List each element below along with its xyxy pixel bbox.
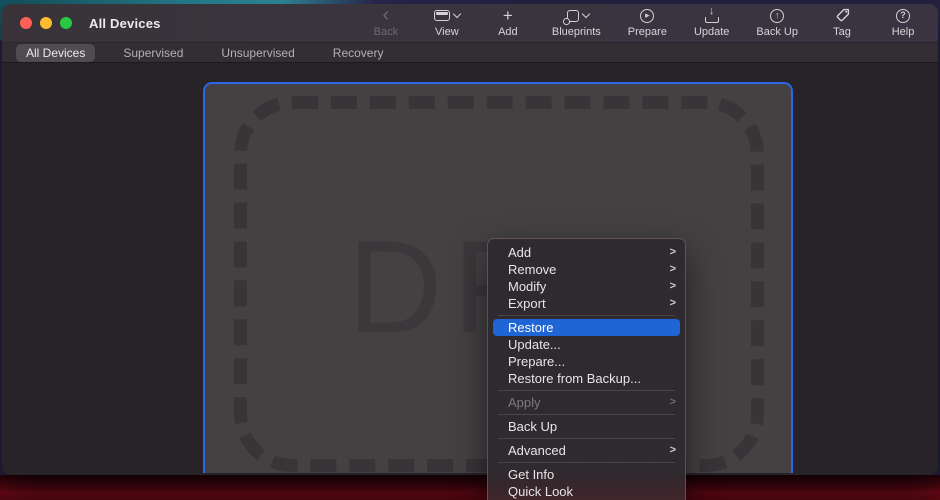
menu-item-label: Restore <box>508 319 554 336</box>
tab-bar: All Devices Supervised Unsupervised Recover… <box>2 42 938 63</box>
toolbar-view-button[interactable]: View <box>430 8 464 38</box>
submenu-chevron-icon: > <box>670 261 676 278</box>
toolbar-label: Back <box>374 26 398 38</box>
menu-item-restore[interactable]: Restore <box>493 319 680 336</box>
menu-item-remove[interactable]: Remove > <box>488 261 685 278</box>
menu-item-label: Export <box>508 295 546 312</box>
toolbar-help-button[interactable]: ? Help <box>886 8 920 38</box>
wallpaper-bottom <box>0 475 940 500</box>
submenu-chevron-icon: > <box>670 295 676 312</box>
menu-item-quick-look[interactable]: Quick Look <box>488 483 685 500</box>
menu-item-label: Add <box>508 244 531 261</box>
menu-item-label: Update... <box>508 336 561 353</box>
menu-item-label: Modify <box>508 278 546 295</box>
toolbar-label: Back Up <box>756 26 798 38</box>
window-title: All Devices <box>89 16 161 31</box>
menu-separator <box>498 315 675 316</box>
window-view-icon <box>434 8 460 23</box>
zoom-button[interactable] <box>60 17 72 29</box>
menu-item-update[interactable]: Update... <box>488 336 685 353</box>
toolbar-label: Blueprints <box>552 26 601 38</box>
menu-item-label: Prepare... <box>508 353 565 370</box>
chevron-down-icon <box>582 10 590 18</box>
toolbar-label: Tag <box>833 26 851 38</box>
menu-separator <box>498 462 675 463</box>
toolbar-add-button[interactable]: + Add <box>491 8 525 38</box>
submenu-chevron-icon: > <box>670 244 676 261</box>
menu-item-apply: Apply > <box>488 394 685 411</box>
submenu-chevron-icon: > <box>670 442 676 459</box>
menu-item-restore-from-backup[interactable]: Restore from Backup... <box>488 370 685 387</box>
arrow-up-circle-icon: ↑ <box>770 8 784 23</box>
menu-item-prepare[interactable]: Prepare... <box>488 353 685 370</box>
submenu-chevron-icon: > <box>670 278 676 295</box>
menu-item-label: Get Info <box>508 466 554 483</box>
tag-icon <box>835 8 850 23</box>
toolbar: ‹ Back View + Add Blueprints ▸ Prepare ↓ Update ↑ B… <box>369 8 926 38</box>
toolbar-update-button[interactable]: ↓ Update <box>694 8 729 38</box>
menu-item-label: Apply <box>508 394 541 411</box>
traffic-lights <box>20 17 72 29</box>
toolbar-tag-button[interactable]: Tag <box>825 8 859 38</box>
minimize-button[interactable] <box>40 17 52 29</box>
toolbar-label: Help <box>892 26 915 38</box>
menu-item-back-up[interactable]: Back Up <box>488 418 685 435</box>
blueprint-icon <box>563 8 589 23</box>
menu-item-label: Restore from Backup... <box>508 370 641 387</box>
menu-item-modify[interactable]: Modify > <box>488 278 685 295</box>
tab-all-devices[interactable]: All Devices <box>16 44 95 62</box>
menu-separator <box>498 414 675 415</box>
toolbar-label: Update <box>694 26 729 38</box>
menu-item-label: Back Up <box>508 418 557 435</box>
tab-unsupervised[interactable]: Unsupervised <box>211 44 304 62</box>
menu-item-label: Quick Look <box>508 483 573 500</box>
plus-icon: + <box>503 8 513 23</box>
question-circle-icon: ? <box>896 8 910 23</box>
title-bar[interactable]: All Devices ‹ Back View + Add Blueprints ▸ Prep… <box>2 4 938 42</box>
toolbar-backup-button[interactable]: ↑ Back Up <box>756 8 798 38</box>
toolbar-label: Add <box>498 26 518 38</box>
menu-separator <box>498 390 675 391</box>
prepare-circle-icon: ▸ <box>640 8 654 23</box>
chevron-left-icon: ‹ <box>383 8 390 23</box>
submenu-chevron-icon: > <box>670 394 676 411</box>
menu-item-export[interactable]: Export > <box>488 295 685 312</box>
app-window: All Devices ‹ Back View + Add Blueprints ▸ Prep… <box>2 4 938 475</box>
toolbar-back-button: ‹ Back <box>369 8 403 38</box>
menu-item-add[interactable]: Add > <box>488 244 685 261</box>
main-content: DFU <box>2 63 938 473</box>
menu-item-get-info[interactable]: Get Info <box>488 466 685 483</box>
context-menu: Add > Remove > Modify > Export > RestoreUpdate..… <box>487 238 686 500</box>
menu-item-label: Remove <box>508 261 556 278</box>
menu-item-advanced[interactable]: Advanced > <box>488 442 685 459</box>
tray-download-icon: ↓ <box>705 8 719 23</box>
toolbar-blueprints-button[interactable]: Blueprints <box>552 8 601 38</box>
toolbar-label: View <box>435 26 459 38</box>
chevron-down-icon <box>453 10 461 18</box>
screen: All Devices ‹ Back View + Add Blueprints ▸ Prep… <box>0 0 940 500</box>
tab-supervised[interactable]: Supervised <box>113 44 193 62</box>
toolbar-label: Prepare <box>628 26 667 38</box>
close-button[interactable] <box>20 17 32 29</box>
menu-item-label: Advanced <box>508 442 566 459</box>
toolbar-prepare-button[interactable]: ▸ Prepare <box>628 8 667 38</box>
tab-recovery[interactable]: Recovery <box>323 44 394 62</box>
menu-separator <box>498 438 675 439</box>
